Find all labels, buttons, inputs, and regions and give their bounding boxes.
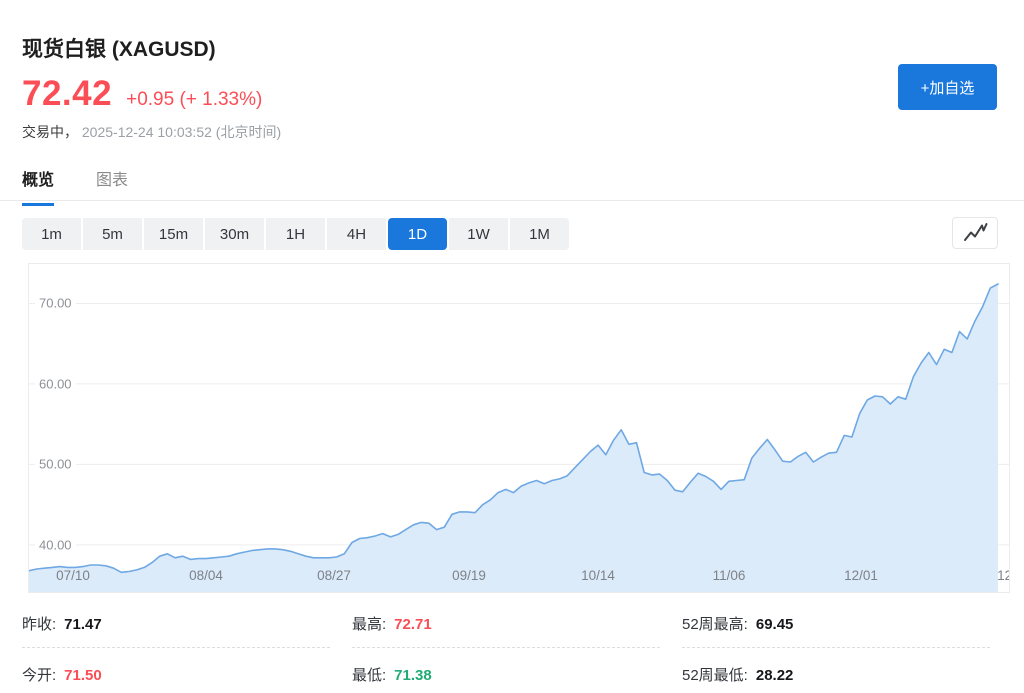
stat-value: 28.22: [756, 667, 794, 684]
stat-item: 最高: 72.71: [352, 606, 660, 648]
price-row: 72.42 +0.95 (+ 1.33%): [22, 74, 262, 114]
last-price: 72.42: [22, 74, 112, 114]
x-axis-label: 12/01: [844, 568, 878, 583]
x-axis-label: 07/10: [56, 568, 90, 583]
stat-value: 69.45: [756, 616, 794, 633]
stat-value: 72.71: [394, 616, 432, 633]
stat-item: 52周最高: 69.45: [682, 606, 990, 648]
stat-value: 71.38: [394, 667, 432, 684]
y-axis-label: 50.00: [35, 457, 76, 472]
x-axis-label: 09/19: [452, 568, 486, 583]
market-status-state: 交易中，: [22, 124, 78, 140]
quote-page: 现货白银 (XAGUSD) 72.42 +0.95 (+ 1.33%) 交易中，…: [0, 0, 1024, 693]
timeframe-5m[interactable]: 5m: [83, 218, 142, 250]
page-title: 现货白银 (XAGUSD): [22, 33, 216, 63]
timeframe-bar: 1m5m15m30m1H4H1D1W1M: [22, 218, 569, 250]
quote-stats: 昨收: 71.47 最高: 72.71 52周最高: 69.45 今开: 71.50 最低: 71…: [22, 606, 990, 693]
stat-label: 今开:: [22, 664, 56, 685]
x-axis-label: 08/04: [189, 568, 223, 583]
y-axis-label: 60.00: [35, 376, 76, 391]
stat-item: 最低: 71.38: [352, 657, 660, 693]
stat-item: 今开: 71.50: [22, 657, 330, 693]
timeframe-1w[interactable]: 1W: [449, 218, 508, 250]
stat-value: 71.50: [64, 667, 102, 684]
stat-label: 最高:: [352, 613, 386, 634]
market-status: 交易中， 2025-12-24 10:03:52 (北京时间): [22, 122, 281, 142]
x-axis-label: 08/27: [317, 568, 351, 583]
x-axis-label: 12/24: [997, 568, 1010, 583]
price-area-chart[interactable]: 40.00 50.00 60.00 70.00 07/10 08/04 08/27 09/19…: [28, 263, 1010, 593]
chart-style-button[interactable]: [952, 217, 998, 249]
timeframe-1m[interactable]: 1M: [510, 218, 569, 250]
tab-divider: [0, 200, 1024, 201]
add-watchlist-button[interactable]: +加自选: [898, 64, 997, 110]
stat-value: 71.47: [64, 616, 102, 633]
stat-item: 昨收: 71.47: [22, 606, 330, 648]
x-axis-label: 11/06: [713, 568, 746, 583]
market-status-time: 2025-12-24 10:03:52 (北京时间): [82, 124, 281, 140]
stat-label: 52周最高:: [682, 613, 748, 634]
timeframe-30m[interactable]: 30m: [205, 218, 264, 250]
y-axis-label: 70.00: [35, 296, 76, 311]
stat-label: 最低:: [352, 664, 386, 685]
area-series: [29, 264, 1010, 593]
x-axis-label: 10/14: [581, 568, 615, 583]
timeframe-1m[interactable]: 1m: [22, 218, 81, 250]
timeframe-15m[interactable]: 15m: [144, 218, 203, 250]
timeframe-4h[interactable]: 4H: [327, 218, 386, 250]
timeframe-1d[interactable]: 1D: [388, 218, 447, 250]
stat-label: 昨收:: [22, 613, 56, 634]
y-axis-label: 40.00: [35, 537, 76, 552]
stat-item: 52周最低: 28.22: [682, 657, 990, 693]
stat-label: 52周最低:: [682, 664, 748, 685]
line-chart-icon: [961, 220, 989, 247]
timeframe-1h[interactable]: 1H: [266, 218, 325, 250]
price-change: +0.95 (+ 1.33%): [126, 89, 262, 111]
